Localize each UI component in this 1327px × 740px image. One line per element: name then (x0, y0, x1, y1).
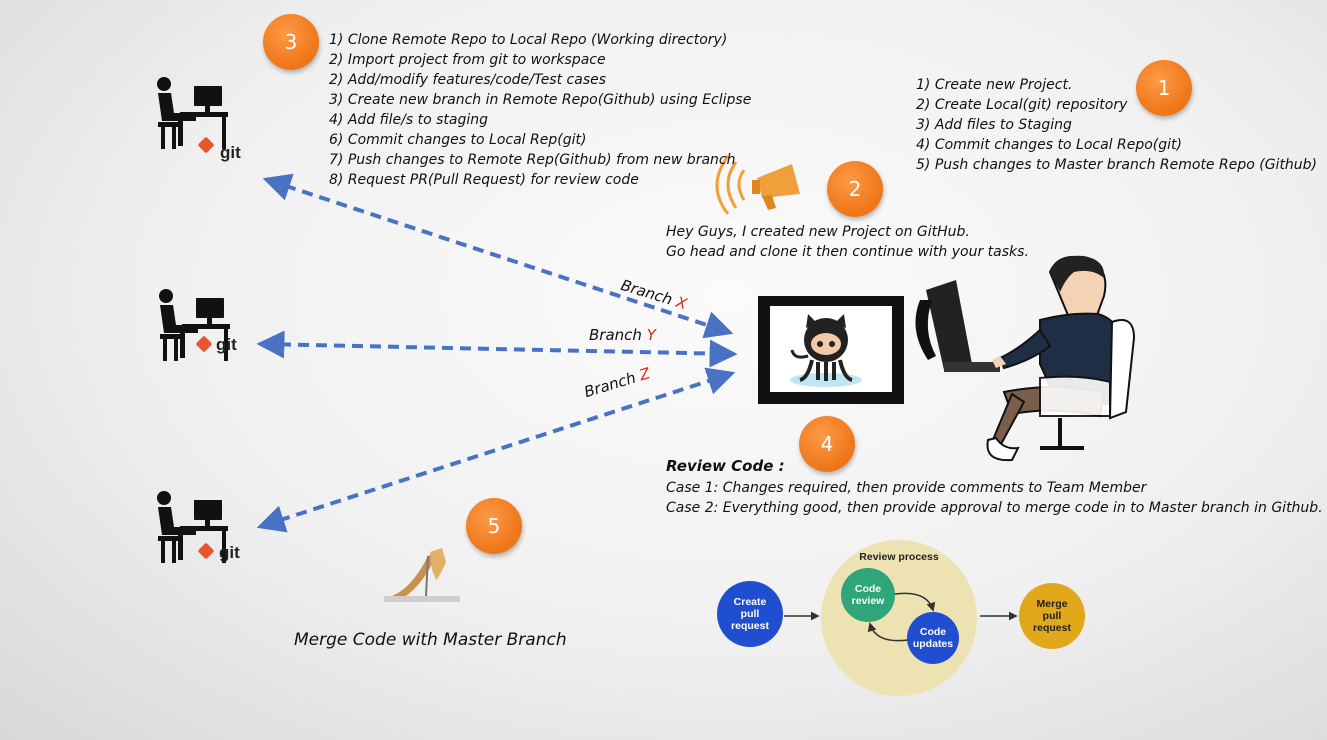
developer-step: 7) Push changes to Remote Rep(Github) fr… (329, 152, 736, 168)
developer-step: 3) Create new branch in Remote Repo(Gith… (329, 92, 752, 108)
review-process-title: Review process (859, 551, 939, 563)
developer-step: 4) Add file/s to staging (329, 112, 489, 128)
merge-pr-line-3: request (1033, 622, 1071, 634)
git-label-3: git (219, 543, 240, 562)
code-review-line-1: Code (855, 583, 881, 595)
github-monitor-icon (758, 296, 904, 404)
developer-step: 2) Import project from git to workspace (329, 52, 606, 68)
create-pr-line-1: Create (734, 596, 767, 608)
git-logo-icon (196, 336, 212, 352)
branch-y-word: Branch (589, 326, 642, 344)
review-case-1: Case 1: Changes required, then provide c… (666, 480, 1147, 496)
lead-step: 2) Create Local(git) repository (916, 97, 1128, 113)
merge-caption: Merge Code with Master Branch (294, 630, 567, 650)
create-pr-line-2: pull (741, 608, 760, 620)
lead-developer-illustration (915, 255, 1136, 462)
developer-step: 2) Add/modify features/code/Test cases (329, 72, 607, 88)
announcement-line-2: Go head and clone it then continue with … (666, 244, 1029, 260)
code-updates-line-2: updates (913, 638, 953, 650)
review-process-diagram: Review process Create pull request Code … (717, 540, 1085, 696)
developer-1-icon (157, 77, 228, 149)
review-code-title: Review Code : (666, 457, 785, 475)
developer-steps-list: 1) Clone Remote Repo to Local Repo (Work… (329, 30, 751, 190)
lead-steps-list: 1) Create new Project. 2) Create Local(g… (916, 75, 1317, 175)
code-updates-line-1: Code (920, 626, 946, 638)
merge-icon (384, 548, 460, 602)
step-badge-4: 4 (799, 416, 855, 472)
branch-y-arrow (256, 330, 738, 368)
step-badge-5: 5 (466, 498, 522, 554)
developer-3-icon (157, 491, 228, 563)
git-logo-icon (198, 137, 214, 153)
code-review-line-2: review (852, 595, 886, 607)
review-process-bubble (821, 540, 977, 696)
step-badge-3: 3 (263, 14, 319, 70)
branch-y-letter: Y (646, 326, 656, 344)
git-label-1: git (220, 143, 241, 162)
lead-step: 4) Commit changes to Local Repo(git) (916, 137, 1182, 153)
create-pr-line-3: request (731, 620, 769, 632)
branch-x-arrow (262, 173, 734, 339)
lead-step: 5) Push changes to Master branch Remote … (916, 157, 1318, 173)
developer-step: 8) Request PR(Pull Request) for review c… (329, 172, 639, 188)
review-case-2: Case 2: Everything good, then provide ap… (666, 500, 1323, 516)
merge-pr-line-2: pull (1043, 610, 1062, 622)
lead-step: 1) Create new Project. (916, 77, 1073, 93)
developer-step: 6) Commit changes to Local Rep(git) (329, 132, 587, 148)
developer-step: 1) Clone Remote Repo to Local Repo (Work… (329, 32, 728, 48)
branch-y-label: Branch Y (589, 326, 656, 344)
git-logo-icon (198, 543, 214, 559)
merge-pr-line-1: Merge (1037, 598, 1068, 610)
step-badge-2: 2 (827, 161, 883, 217)
git-label-2: git (216, 335, 237, 354)
announcement-line-1: Hey Guys, I created new Project on GitHu… (666, 224, 970, 240)
lead-step: 3) Add files to Staging (916, 117, 1072, 133)
